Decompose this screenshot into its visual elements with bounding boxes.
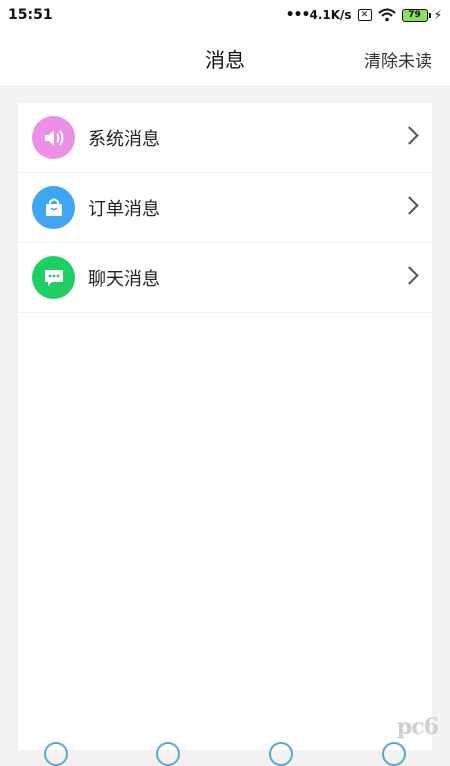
list-item-chat-messages[interactable]: 聊天消息 — [18, 243, 432, 313]
chevron-right-icon — [400, 266, 419, 285]
bottom-nav — [0, 738, 450, 766]
charging-icon: ⚡ — [433, 8, 442, 22]
chevron-right-icon — [400, 196, 419, 215]
list-item-label: 系统消息 — [88, 129, 160, 150]
network-speed: •••4.1K/s — [285, 7, 352, 23]
list-item-label: 聊天消息 — [88, 269, 160, 290]
speaker-icon — [32, 116, 75, 159]
message-list: 系统消息 订单消息 聊天消息 — [18, 103, 432, 750]
nav-profile-icon[interactable] — [382, 742, 406, 766]
status-indicators: •••4.1K/s ✕ 79 ⚡ — [286, 6, 442, 24]
list-item-order-messages[interactable]: 订单消息 — [18, 173, 432, 243]
wifi-icon — [377, 8, 396, 22]
nav-category-icon[interactable] — [156, 742, 180, 766]
list-item-system-messages[interactable]: 系统消息 — [18, 103, 432, 173]
battery-icon: 79 — [401, 8, 431, 22]
status-time: 15:51 — [8, 7, 53, 23]
nav-messages-icon[interactable] — [269, 742, 293, 766]
watermark-logo: pc6 — [396, 714, 439, 740]
shopping-bag-icon — [32, 186, 75, 229]
more-dots-icon: ••• — [285, 7, 311, 23]
no-sim-icon: ✕ — [357, 9, 372, 21]
list-item-label: 订单消息 — [88, 199, 160, 220]
clear-unread-button[interactable]: 清除未读 — [364, 47, 432, 72]
nav-home-icon[interactable] — [44, 742, 68, 766]
chat-bubble-icon — [32, 256, 75, 299]
header: 消息 清除未读 — [0, 30, 450, 85]
status-bar: 15:51 •••4.1K/s ✕ 79 ⚡ — [0, 0, 450, 30]
chevron-right-icon — [400, 126, 419, 145]
